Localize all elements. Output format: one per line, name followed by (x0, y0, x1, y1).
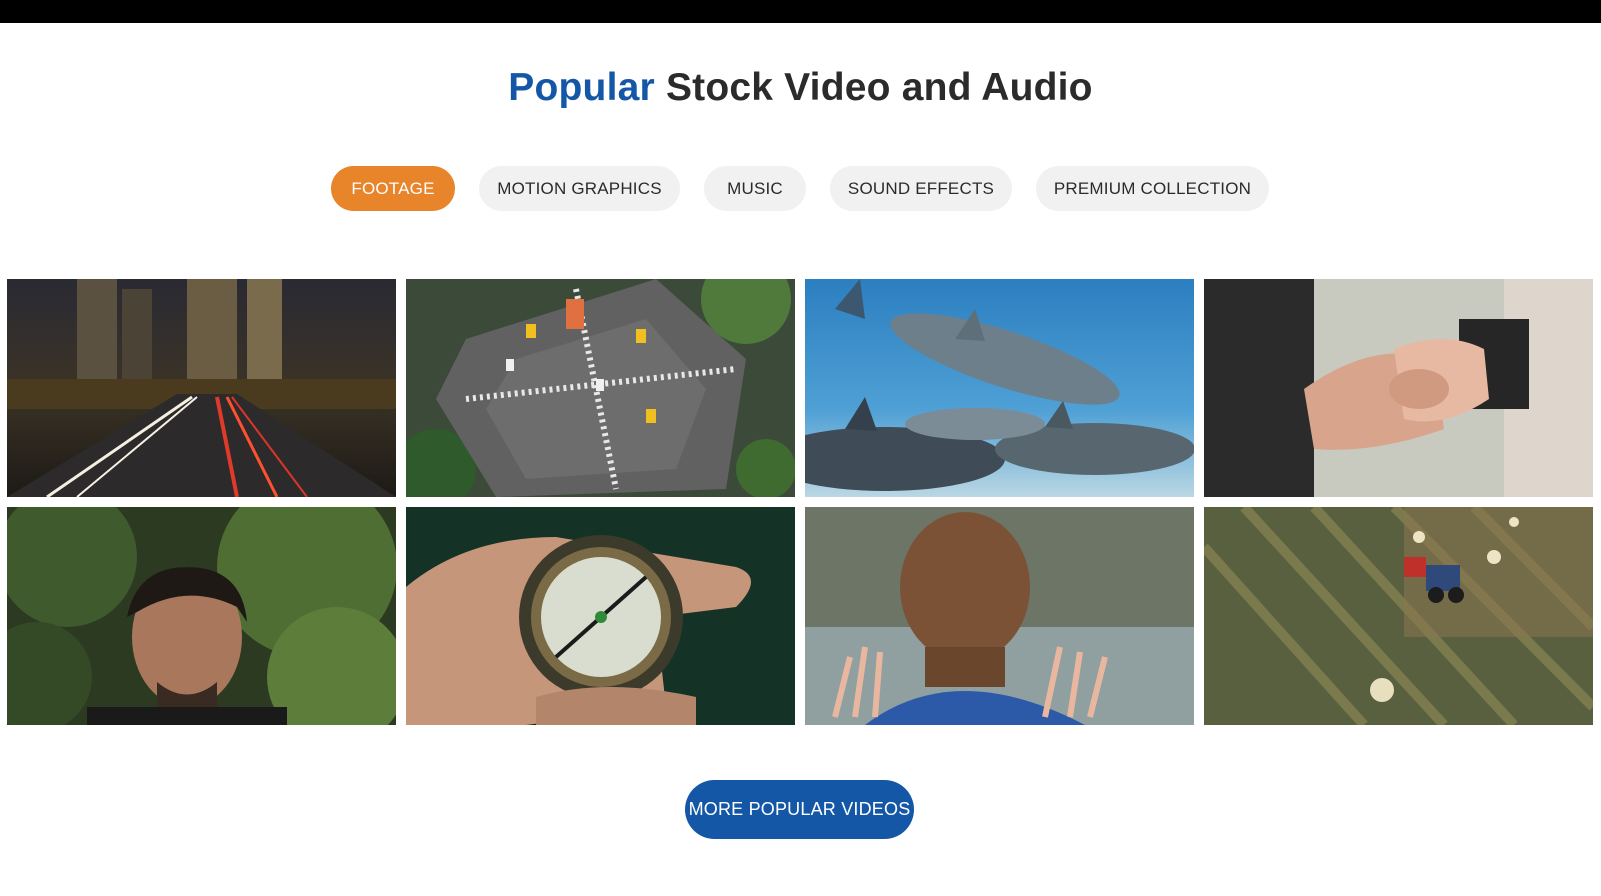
video-thumbnail-man-in-forest[interactable] (7, 507, 396, 725)
tab-music[interactable]: MUSIC (704, 166, 806, 211)
tab-footage[interactable]: FOOTAGE (331, 166, 455, 211)
heading-accent: Popular (508, 66, 655, 109)
top-bar (0, 0, 1601, 23)
category-tabs: FOOTAGE MOTION GRAPHICS MUSIC SOUND EFFE… (0, 166, 1601, 211)
tab-motion-graphics[interactable]: MOTION GRAPHICS (479, 166, 680, 211)
video-thumbnail-dolphins[interactable] (805, 279, 1194, 497)
video-thumbnail-holding-hands[interactable] (1204, 279, 1593, 497)
heading-rest: Stock Video and Audio (665, 66, 1093, 109)
video-thumbnail-city-highway[interactable] (7, 279, 396, 497)
tab-sound-effects[interactable]: SOUND EFFECTS (830, 166, 1012, 211)
more-popular-videos-button[interactable]: MORE POPULAR VIDEOS (685, 780, 914, 839)
video-thumbnail-tractor[interactable] (1204, 507, 1593, 725)
video-thumbnail-boy-at-window[interactable] (805, 507, 1194, 725)
section-heading: Popular Stock Video and Audio (0, 66, 1601, 110)
video-thumbnail-compass[interactable] (406, 507, 795, 725)
video-thumbnail-aerial-intersection[interactable] (406, 279, 795, 497)
tab-premium-collection[interactable]: PREMIUM COLLECTION (1036, 166, 1269, 211)
